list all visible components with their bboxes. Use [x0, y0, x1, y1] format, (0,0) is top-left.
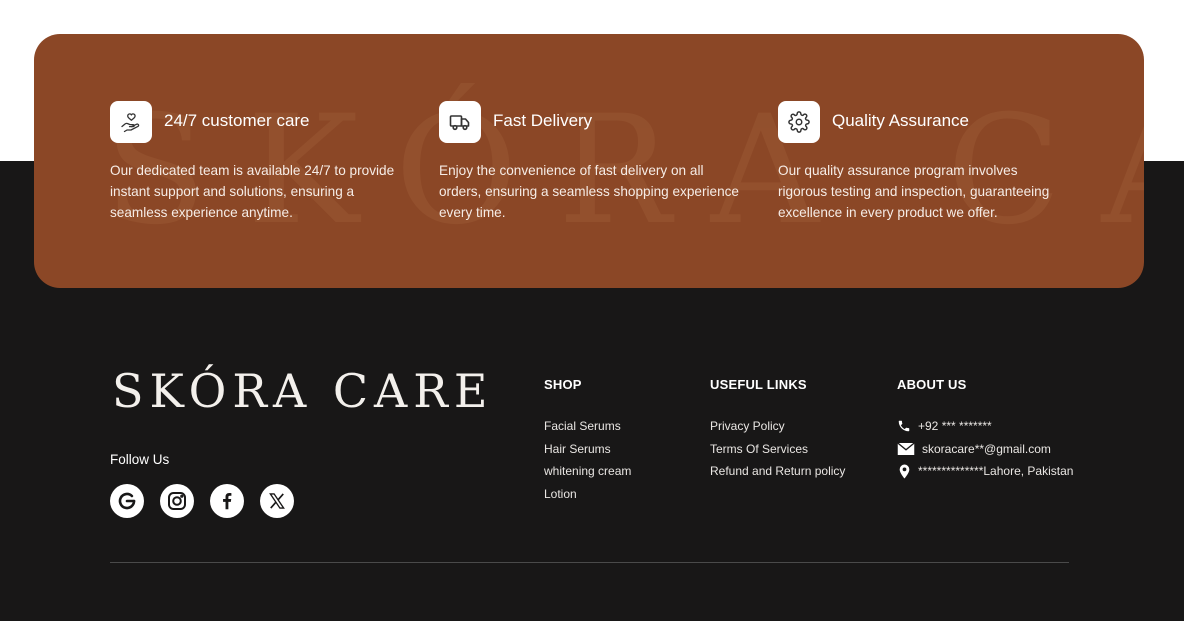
shop-column: SHOP Facial Serums Hair Serums whitening… [544, 377, 631, 505]
phone-number[interactable]: +92 *** ******* [918, 415, 992, 438]
feature-description: Enjoy the convenience of fast delivery o… [439, 163, 739, 220]
feature-title: 24/7 customer care [164, 111, 310, 130]
footer-divider [110, 562, 1069, 563]
useful-links-heading: USEFUL LINKS [710, 377, 807, 392]
google-icon[interactable] [110, 484, 144, 518]
address-text: **************Lahore, Pakistan [918, 464, 1074, 478]
facebook-icon[interactable] [210, 484, 244, 518]
social-links [110, 484, 294, 518]
feature-description: Our dedicated team is available 24/7 to … [110, 163, 395, 220]
useful-links-column: USEFUL LINKS Privacy Policy Terms Of Ser… [710, 377, 845, 483]
shop-link-facial-serums[interactable]: Facial Serums [544, 415, 631, 438]
location-pin-icon [897, 464, 911, 479]
brand-logo[interactable]: SKÓRA CARE [112, 364, 493, 418]
hand-heart-icon [110, 101, 152, 143]
contact-address: **************Lahore, Pakistan [897, 460, 1073, 483]
feature-title: Quality Assurance [832, 111, 970, 130]
phone-icon [897, 419, 911, 433]
refund-return-policy-link[interactable]: Refund and Return policy [710, 460, 845, 483]
shop-link-hair-serums[interactable]: Hair Serums [544, 438, 631, 461]
terms-of-services-link[interactable]: Terms Of Services [710, 438, 845, 461]
email-address[interactable]: skoracare**@gmail.com [922, 438, 1051, 461]
feature-title: Fast Delivery [493, 111, 593, 130]
privacy-policy-link[interactable]: Privacy Policy [710, 415, 845, 438]
about-us-column: ABOUT US +92 *** ******* skoracare**@gma… [897, 377, 1073, 483]
mail-icon [897, 442, 915, 456]
contact-phone: +92 *** ******* [897, 415, 1073, 438]
truck-icon [439, 101, 481, 143]
gear-icon [778, 101, 820, 143]
shop-link-whitening-cream[interactable]: whitening cream [544, 460, 631, 483]
feature-description: Our quality assurance program involves r… [778, 163, 1050, 220]
about-us-heading: ABOUT US [897, 377, 967, 392]
x-icon[interactable] [260, 484, 294, 518]
follow-us-heading: Follow Us [110, 452, 170, 467]
instagram-icon[interactable] [160, 484, 194, 518]
shop-heading: SHOP [544, 377, 582, 392]
shop-link-lotion[interactable]: Lotion [544, 483, 631, 506]
feature-banner: SKÓRA CARE 24/7 customer care Our dedica… [34, 34, 1144, 288]
contact-email: skoracare**@gmail.com [897, 438, 1073, 461]
